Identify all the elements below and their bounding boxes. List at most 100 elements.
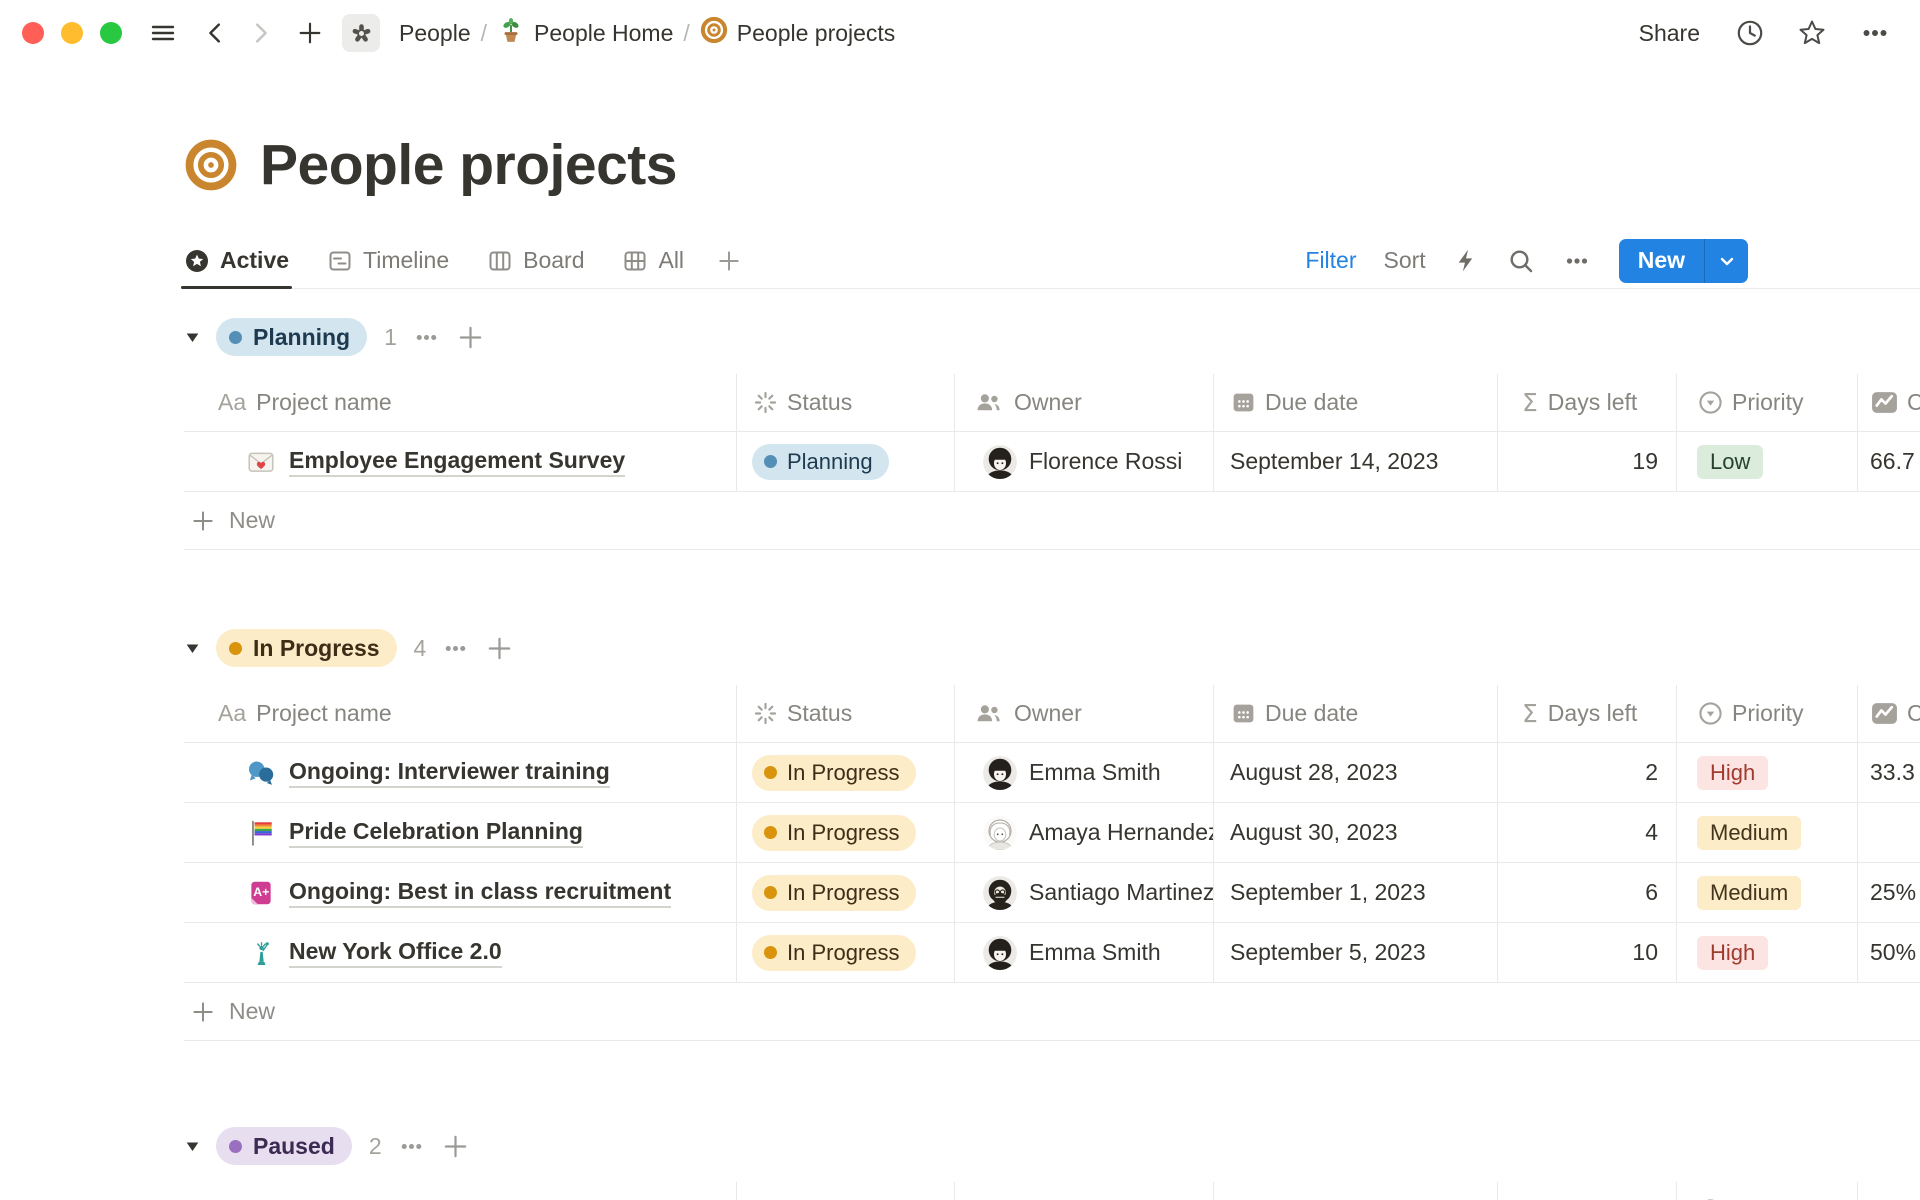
page-title[interactable]: People projects (260, 132, 677, 198)
tab-active[interactable]: Active (184, 233, 289, 288)
project-link[interactable]: Employee Engagement Survey (289, 447, 625, 477)
status-cell[interactable]: In Progress (737, 863, 955, 922)
days-left-cell[interactable]: 19 (1498, 432, 1677, 491)
owner-cell[interactable]: Emma Smith (955, 923, 1214, 982)
days-left-cell[interactable]: 10 (1498, 923, 1677, 982)
column-header-owner[interactable]: Owner (955, 685, 1214, 742)
due-date-cell[interactable]: September 1, 2023 (1214, 863, 1498, 922)
completion-cell[interactable]: 66.7 (1858, 432, 1920, 491)
status-cell[interactable]: In Progress (737, 803, 955, 862)
breadcrumb-item-people[interactable]: People (342, 14, 471, 52)
project-name-cell[interactable]: New York Office 2.0 (184, 923, 737, 982)
more-options-icon[interactable] (1858, 16, 1892, 50)
owner-cell[interactable]: Florence Rossi (955, 432, 1214, 491)
minimize-window-button[interactable] (61, 22, 83, 44)
completion-cell[interactable]: 25% (1858, 863, 1920, 922)
due-date-cell[interactable]: August 28, 2023 (1214, 743, 1498, 802)
column-header-status[interactable]: Status (737, 685, 955, 742)
forward-button[interactable] (246, 19, 274, 47)
due-date-cell[interactable]: September 5, 2023 (1214, 923, 1498, 982)
group-pill-paused[interactable]: Paused (216, 1127, 352, 1165)
updates-clock-icon[interactable] (1734, 17, 1766, 49)
group-pill-in-progress[interactable]: In Progress (216, 629, 397, 667)
days-left-cell[interactable]: 6 (1498, 863, 1677, 922)
sidebar-toggle-icon[interactable] (148, 18, 178, 48)
owner-cell[interactable]: Amaya Hernandez (955, 803, 1214, 862)
priority-cell[interactable]: Medium (1677, 863, 1858, 922)
breadcrumb-item-people-home[interactable]: People Home (497, 16, 673, 50)
column-header-owner[interactable]: Owner (955, 374, 1214, 431)
due-date-cell[interactable]: September 14, 2023 (1214, 432, 1498, 491)
back-button[interactable] (202, 19, 230, 47)
project-name-cell[interactable]: Employee Engagement Survey (184, 432, 737, 491)
new-row-button[interactable]: New (184, 983, 1920, 1041)
search-icon[interactable] (1507, 247, 1535, 275)
column-header-status[interactable]: Status (737, 1182, 955, 1200)
collapse-triangle-icon[interactable] (184, 329, 201, 346)
column-header-priority[interactable]: Priority (1677, 374, 1858, 431)
column-header-due-date[interactable]: Due date (1214, 685, 1498, 742)
group-pill-planning[interactable]: Planning (216, 318, 367, 356)
completion-cell[interactable]: 33.3 (1858, 743, 1920, 802)
priority-cell[interactable]: High (1677, 743, 1858, 802)
group-add-icon[interactable] (456, 323, 485, 352)
breadcrumb-item-people-projects[interactable]: People projects (700, 16, 896, 50)
owner-cell[interactable]: Emma Smith (955, 743, 1214, 802)
column-header-project-name[interactable]: AaProject name (184, 685, 737, 742)
column-header-days-left[interactable]: ΣDays left (1498, 374, 1677, 431)
group-more-icon[interactable] (412, 323, 441, 352)
page-target-icon[interactable] (184, 138, 238, 192)
column-header-days-left[interactable]: ΣDays left (1498, 1182, 1677, 1200)
share-button[interactable]: Share (1639, 20, 1700, 47)
collapse-triangle-icon[interactable] (184, 1138, 201, 1155)
column-header-project-name[interactable]: AaProject name (184, 1182, 737, 1200)
column-header-project-name[interactable]: AaProject name (184, 374, 737, 431)
zoom-window-button[interactable] (100, 22, 122, 44)
due-date-cell[interactable]: August 30, 2023 (1214, 803, 1498, 862)
days-left-cell[interactable]: 2 (1498, 743, 1677, 802)
column-header-due-date[interactable]: Due date (1214, 374, 1498, 431)
collapse-triangle-icon[interactable] (184, 640, 201, 657)
project-name-cell[interactable]: Ongoing: Interviewer training (184, 743, 737, 802)
project-name-cell[interactable]: Ongoing: Best in class recruitment (184, 863, 737, 922)
priority-cell[interactable]: Medium (1677, 803, 1858, 862)
tab-all[interactable]: All (622, 233, 684, 288)
project-link[interactable]: Ongoing: Interviewer training (289, 758, 610, 788)
new-record-button[interactable]: New (1619, 239, 1748, 283)
priority-cell[interactable]: High (1677, 923, 1858, 982)
column-header-priority[interactable]: Priority (1677, 1182, 1858, 1200)
view-options-icon[interactable] (1562, 246, 1592, 276)
completion-cell[interactable]: 50% (1858, 923, 1920, 982)
project-link[interactable]: New York Office 2.0 (289, 938, 502, 968)
owner-cell[interactable]: Santiago Martinez (955, 863, 1214, 922)
project-link[interactable]: Pride Celebration Planning (289, 818, 583, 848)
project-name-cell[interactable]: Pride Celebration Planning (184, 803, 737, 862)
group-add-icon[interactable] (441, 1132, 470, 1161)
column-header-completion[interactable]: C (1858, 374, 1920, 431)
new-tab-button[interactable] (296, 19, 324, 47)
column-header-due-date[interactable]: Due date (1214, 1182, 1498, 1200)
chevron-down-icon[interactable] (1704, 239, 1748, 283)
group-more-icon[interactable] (441, 634, 470, 663)
priority-cell[interactable]: Low (1677, 432, 1858, 491)
close-window-button[interactable] (22, 22, 44, 44)
days-left-cell[interactable]: 4 (1498, 803, 1677, 862)
filter-button[interactable]: Filter (1305, 247, 1356, 274)
completion-cell[interactable] (1858, 803, 1920, 862)
column-header-owner[interactable]: Owner (955, 1182, 1214, 1200)
group-more-icon[interactable] (397, 1132, 426, 1161)
tab-board[interactable]: Board (487, 233, 584, 288)
status-cell[interactable]: In Progress (737, 743, 955, 802)
column-header-days-left[interactable]: ΣDays left (1498, 685, 1677, 742)
automation-bolt-icon[interactable] (1453, 247, 1480, 274)
column-header-priority[interactable]: Priority (1677, 685, 1858, 742)
tab-timeline[interactable]: Timeline (327, 233, 449, 288)
project-link[interactable]: Ongoing: Best in class recruitment (289, 878, 671, 908)
column-header-status[interactable]: Status (737, 374, 955, 431)
column-header-completion[interactable]: C (1858, 1182, 1920, 1200)
add-view-button[interactable] (716, 248, 742, 274)
status-cell[interactable]: Planning (737, 432, 955, 491)
column-header-completion[interactable]: C (1858, 685, 1920, 742)
status-cell[interactable]: In Progress (737, 923, 955, 982)
favorite-star-icon[interactable] (1796, 17, 1828, 49)
